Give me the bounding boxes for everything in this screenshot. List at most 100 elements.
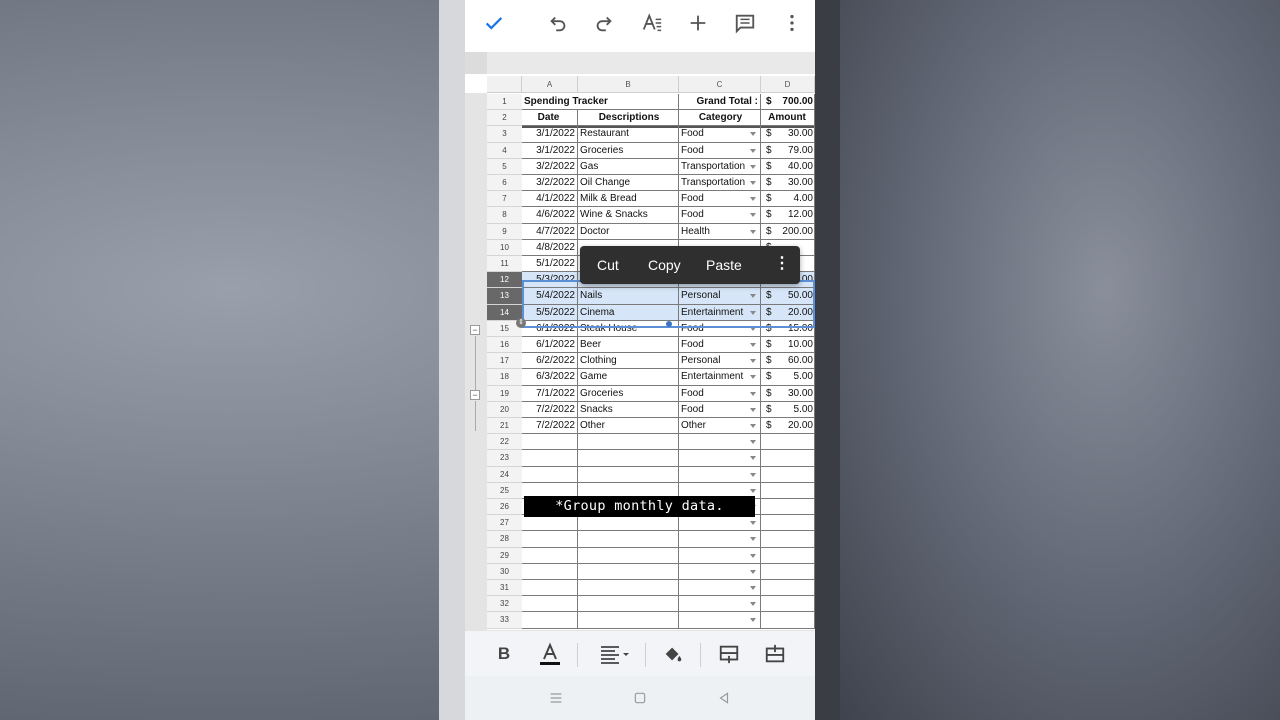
cell-date[interactable]	[522, 596, 578, 613]
row-number[interactable]: 20	[487, 401, 522, 418]
row-number[interactable]: 31	[487, 580, 522, 597]
cell-amount[interactable]: $700.00	[761, 94, 815, 111]
cell-amount[interactable]	[761, 434, 815, 451]
cell-amount[interactable]: $5.00	[761, 401, 815, 418]
dropdown-arrow-icon[interactable]	[750, 391, 756, 396]
cell-description[interactable]	[578, 450, 679, 467]
cell-description[interactable]	[578, 580, 679, 597]
cell-amount[interactable]	[761, 482, 815, 499]
cell-description[interactable]	[578, 563, 679, 580]
cell-category[interactable]	[679, 580, 761, 597]
row-number[interactable]: 4	[487, 142, 522, 159]
column-header-d[interactable]: D	[761, 76, 815, 93]
row-number[interactable]: 3	[487, 126, 522, 143]
cell-date[interactable]: 3/2/2022	[522, 158, 578, 175]
dropdown-arrow-icon[interactable]	[750, 456, 756, 461]
cell-description[interactable]	[578, 515, 679, 532]
cell-category[interactable]	[679, 531, 761, 548]
cell-amount[interactable]: $12.00	[761, 207, 815, 224]
grand-total-label[interactable]: Grand Total :	[679, 94, 761, 111]
cell-category[interactable]	[679, 450, 761, 467]
row-number[interactable]: 21	[487, 418, 522, 435]
cell-amount[interactable]: $30.00	[761, 175, 815, 192]
cell-description[interactable]	[578, 434, 679, 451]
dropdown-arrow-icon[interactable]	[750, 375, 756, 380]
column-header-c[interactable]: C	[679, 76, 761, 93]
cell-category[interactable]: Food	[679, 142, 761, 159]
row-number[interactable]: 17	[487, 353, 522, 370]
cell-amount[interactable]	[761, 531, 815, 548]
text-color-icon[interactable]	[535, 639, 565, 669]
cell-category[interactable]: Food	[679, 191, 761, 208]
dropdown-arrow-icon[interactable]	[750, 164, 756, 169]
paste-menu-item[interactable]: Paste	[706, 246, 742, 284]
cell-category[interactable]: Food	[679, 320, 761, 337]
cell-date[interactable]: 6/1/2022	[522, 337, 578, 354]
cell-category[interactable]: Food	[679, 401, 761, 418]
cell-category[interactable]: Other	[679, 418, 761, 435]
cell-description[interactable]: Nails	[578, 288, 679, 305]
dropdown-arrow-icon[interactable]	[750, 326, 756, 331]
cell-amount[interactable]	[761, 596, 815, 613]
row-number[interactable]: 9	[487, 223, 522, 240]
row-number[interactable]: 6	[487, 175, 522, 192]
cell-amount[interactable]: $79.00	[761, 142, 815, 159]
collapse-group-icon[interactable]: −	[470, 390, 480, 400]
dropdown-arrow-icon[interactable]	[750, 537, 756, 542]
cell-category[interactable]	[679, 547, 761, 564]
dropdown-arrow-icon[interactable]	[750, 181, 756, 185]
cell-category[interactable]: Food	[679, 126, 761, 143]
cell-amount[interactable]	[761, 547, 815, 564]
header-amount[interactable]: Amount	[761, 110, 815, 127]
cell-amount[interactable]: $60.00	[761, 353, 815, 370]
row-number[interactable]: 5	[487, 158, 522, 175]
header-descriptions[interactable]: Descriptions	[578, 110, 679, 127]
dropdown-arrow-icon[interactable]	[750, 343, 756, 347]
more-options-icon[interactable]: ⋮	[772, 246, 792, 284]
row-number[interactable]: 27	[487, 515, 522, 532]
plus-icon[interactable]	[683, 8, 713, 38]
row-number[interactable]: 2	[487, 110, 522, 127]
bold-button[interactable]: B	[489, 639, 519, 669]
cell-date[interactable]	[522, 515, 578, 532]
home-icon[interactable]	[625, 686, 655, 710]
cell-date[interactable]	[522, 434, 578, 451]
row-number[interactable]: 13	[487, 288, 522, 305]
cell-category[interactable]: Transportation	[679, 175, 761, 192]
cut-menu-item[interactable]: Cut	[597, 246, 619, 284]
cell-amount[interactable]: $20.00	[761, 304, 815, 321]
cell-amount[interactable]: $20.00	[761, 418, 815, 435]
insert-row-icon[interactable]	[714, 639, 744, 669]
dropdown-arrow-icon[interactable]	[750, 488, 756, 493]
dropdown-arrow-icon[interactable]	[750, 213, 756, 218]
row-number[interactable]: 16	[487, 337, 522, 354]
column-header-b[interactable]: B	[578, 76, 679, 93]
cell-date[interactable]	[522, 450, 578, 467]
cell-category[interactable]: Personal	[679, 288, 761, 305]
insert-column-icon[interactable]	[760, 639, 790, 669]
cell-date[interactable]: 4/7/2022	[522, 223, 578, 240]
align-icon[interactable]	[595, 639, 635, 669]
row-number[interactable]: 28	[487, 531, 522, 548]
cell-category[interactable]: Food	[679, 207, 761, 224]
cell-description[interactable]: Snacks	[578, 401, 679, 418]
dropdown-arrow-icon[interactable]	[750, 521, 756, 526]
cell-description[interactable]: Wine & Snacks	[578, 207, 679, 224]
row-resize-handle[interactable]: ⇕	[516, 318, 526, 328]
cell-amount[interactable]: $40.00	[761, 158, 815, 175]
row-number[interactable]: 29	[487, 547, 522, 564]
cell-description[interactable]: Groceries	[578, 385, 679, 402]
dropdown-arrow-icon[interactable]	[750, 618, 756, 623]
cell-date[interactable]: 4/1/2022	[522, 191, 578, 208]
select-all-corner[interactable]	[487, 76, 522, 93]
cell-description[interactable]: Oil Change	[578, 175, 679, 192]
cell-category[interactable]	[679, 466, 761, 483]
cell-description[interactable]: Gas	[578, 158, 679, 175]
cell-date[interactable]: 4/8/2022	[522, 239, 578, 256]
row-number[interactable]: 24	[487, 466, 522, 483]
header-date[interactable]: Date	[522, 110, 578, 127]
dropdown-arrow-icon[interactable]	[750, 553, 756, 558]
cell-description[interactable]	[578, 531, 679, 548]
recent-apps-icon[interactable]	[541, 686, 571, 710]
row-number[interactable]: 8	[487, 207, 522, 224]
